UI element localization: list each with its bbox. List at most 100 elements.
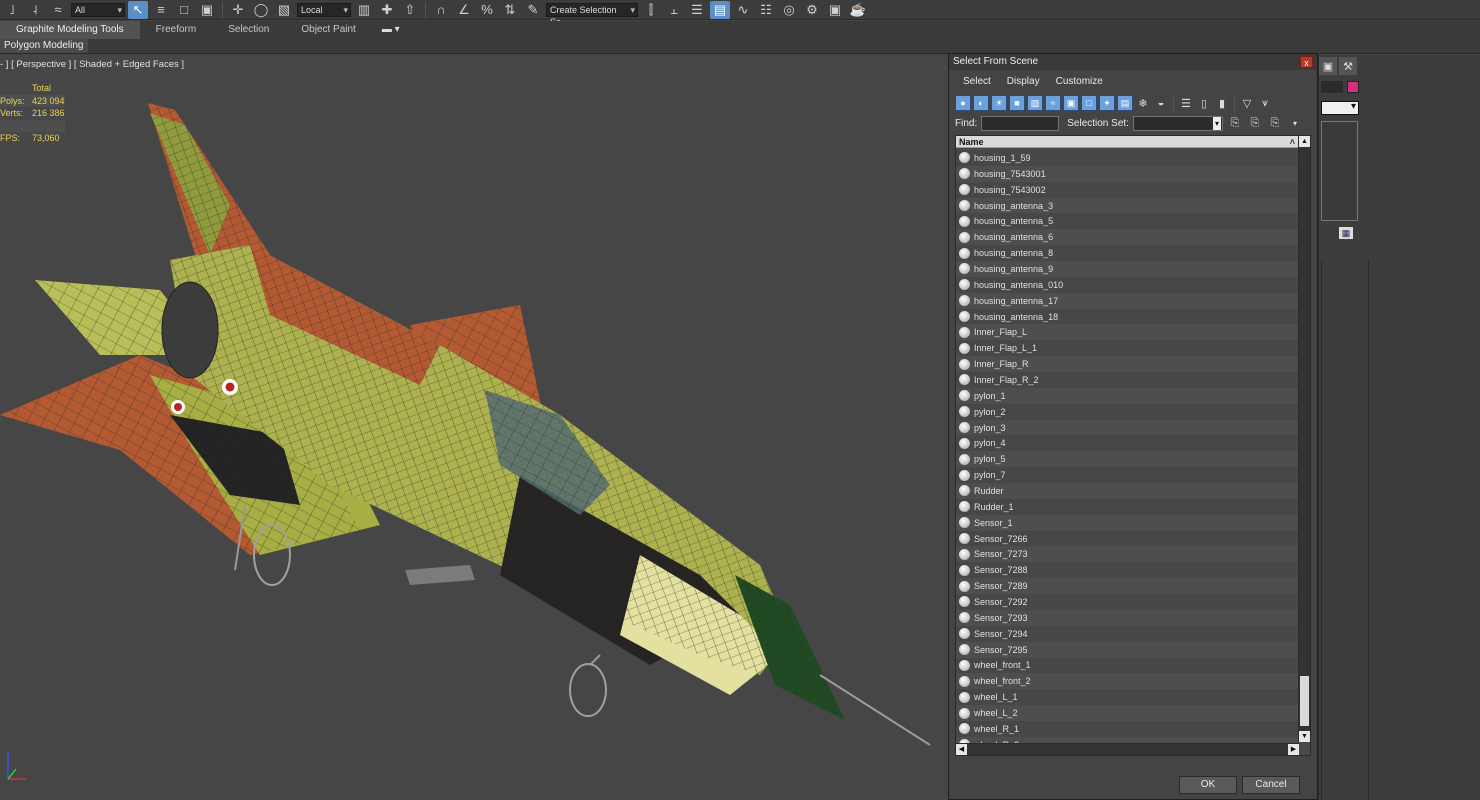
- helpers-filter-icon[interactable]: ▨: [1027, 95, 1043, 111]
- list-item[interactable]: wheel_front_1: [956, 657, 1299, 674]
- list-item[interactable]: pylon_4: [956, 435, 1299, 452]
- list-item[interactable]: Sensor_7266: [956, 530, 1299, 547]
- snaps-toggle-icon[interactable]: ∩: [431, 1, 451, 19]
- menu-display[interactable]: Display: [999, 74, 1048, 90]
- list-item[interactable]: Sensor_7292: [956, 594, 1299, 610]
- list-item[interactable]: housing_antenna_17: [956, 292, 1299, 309]
- menu-select[interactable]: Select: [955, 74, 999, 90]
- list-item[interactable]: housing_antenna_3: [956, 197, 1299, 214]
- spinner-snap-icon[interactable]: ⇅: [500, 1, 520, 19]
- list-item[interactable]: Rudder: [956, 483, 1299, 499]
- list-item[interactable]: pylon_3: [956, 419, 1299, 436]
- list-item[interactable]: housing_antenna_5: [956, 213, 1299, 230]
- polygon-modeling-panel[interactable]: Polygon Modeling: [0, 39, 88, 53]
- select-manipulate-icon[interactable]: ✚: [377, 1, 397, 19]
- select-none-icon[interactable]: ▯: [1196, 95, 1212, 111]
- hidden-filter-icon[interactable]: ◒: [1153, 95, 1169, 111]
- rotate-icon[interactable]: ◯: [251, 1, 271, 19]
- list-item[interactable]: pylon_2: [956, 403, 1299, 420]
- modifier-stack[interactable]: [1321, 121, 1358, 221]
- scale-icon[interactable]: ▧: [274, 1, 294, 19]
- filter-options-icon[interactable]: ⩛: [1257, 95, 1273, 111]
- list-item[interactable]: wheel_R_1: [956, 720, 1299, 737]
- lights-filter-icon[interactable]: ☀: [991, 95, 1007, 111]
- geometry-filter-icon[interactable]: ●: [955, 95, 971, 111]
- list-item[interactable]: housing_7543002: [956, 181, 1299, 198]
- bones-filter-icon[interactable]: ✦: [1099, 95, 1115, 111]
- list-item[interactable]: housing_1_59: [956, 150, 1299, 166]
- list-item[interactable]: Sensor_1: [956, 514, 1299, 531]
- list-item[interactable]: Inner_Flap_L: [956, 324, 1299, 341]
- xrefs-filter-icon[interactable]: □: [1081, 95, 1097, 111]
- list-item[interactable]: Inner_Flap_R: [956, 356, 1299, 373]
- create-set-icon[interactable]: ⎘: [1227, 115, 1243, 131]
- configure-sets-icon[interactable]: ▦: [1339, 227, 1353, 239]
- select-object-icon[interactable]: ↖: [128, 0, 148, 19]
- render-production-icon[interactable]: ☕: [848, 1, 868, 19]
- link-icon[interactable]: ˩: [2, 1, 22, 19]
- column-header-name[interactable]: Name ˄: [956, 136, 1299, 148]
- align-icon[interactable]: ⫠: [664, 1, 684, 19]
- list-item[interactable]: housing_7543001: [956, 165, 1299, 182]
- tab-freeform[interactable]: Freeform: [140, 21, 213, 39]
- close-button[interactable]: x: [1300, 56, 1313, 68]
- tab-graphite-modeling-tools[interactable]: Graphite Modeling Tools: [0, 21, 140, 39]
- object-name-field[interactable]: [1321, 81, 1343, 93]
- rectangular-selection-icon[interactable]: □: [174, 1, 194, 19]
- list-item[interactable]: Sensor_7288: [956, 562, 1299, 579]
- list-item[interactable]: Sensor_7289: [956, 578, 1299, 595]
- scroll-down-icon[interactable]: ▼: [1299, 731, 1310, 742]
- selection-filter-dropdown[interactable]: All: [71, 2, 125, 17]
- scroll-right-icon[interactable]: ▶: [1288, 744, 1299, 755]
- list-item[interactable]: pylon_5: [956, 451, 1299, 468]
- list-item[interactable]: Inner_Flap_L_1: [956, 340, 1299, 357]
- ok-button[interactable]: OK: [1179, 776, 1237, 794]
- list-item[interactable]: Sensor_7294: [956, 625, 1299, 642]
- menu-customize[interactable]: Customize: [1048, 74, 1111, 90]
- frozen-filter-icon[interactable]: ❄: [1135, 95, 1151, 111]
- shapes-filter-icon[interactable]: ◐: [973, 95, 989, 111]
- scroll-thumb[interactable]: [1300, 676, 1309, 726]
- list-item[interactable]: housing_antenna_010: [956, 276, 1299, 293]
- list-item[interactable]: Inner_Flap_R_2: [956, 372, 1299, 388]
- schematic-view-icon[interactable]: ☷: [756, 1, 776, 19]
- select-invert-icon[interactable]: ▮: [1214, 95, 1230, 111]
- object-color-swatch[interactable]: [1347, 81, 1359, 93]
- groups-filter-icon[interactable]: ▣: [1063, 95, 1079, 111]
- vertical-scrollbar[interactable]: ▲ ▼: [1298, 136, 1310, 742]
- modifier-list-dropdown[interactable]: [1321, 101, 1359, 115]
- utilities-tab-icon[interactable]: ⚒: [1339, 57, 1357, 75]
- list-item[interactable]: Sensor_7295: [956, 641, 1299, 658]
- bind-space-warp-icon[interactable]: ≈: [48, 1, 68, 19]
- cameras-filter-icon[interactable]: ■: [1009, 95, 1025, 111]
- perspective-viewport[interactable]: - ] [ Perspective ] [ Shaded + Edged Fac…: [0, 55, 948, 800]
- display-tab-icon[interactable]: ▣: [1319, 57, 1337, 75]
- remove-from-set-icon[interactable]: ⎘: [1267, 115, 1283, 131]
- list-item[interactable]: housing_antenna_8: [956, 245, 1299, 262]
- unlink-icon[interactable]: ˨: [25, 1, 45, 19]
- rendered-frame-icon[interactable]: ▣: [825, 1, 845, 19]
- selection-set-dropdown[interactable]: [1132, 115, 1223, 131]
- select-all-icon[interactable]: ☰: [1178, 95, 1194, 111]
- list-item[interactable]: wheel_L_2: [956, 705, 1299, 721]
- list-item[interactable]: pylon_7: [956, 467, 1299, 484]
- percent-snap-icon[interactable]: %: [477, 1, 497, 19]
- list-item[interactable]: housing_antenna_9: [956, 261, 1299, 277]
- scroll-left-icon[interactable]: ◀: [956, 744, 967, 755]
- edit-named-selection-icon[interactable]: ✎: [523, 1, 543, 19]
- reference-coordinate-dropdown[interactable]: Local: [297, 2, 351, 17]
- keyboard-shortcut-icon[interactable]: ⇧: [400, 1, 420, 19]
- layer-manager-icon[interactable]: ☰: [687, 1, 707, 19]
- material-editor-icon[interactable]: ◎: [779, 1, 799, 19]
- list-item[interactable]: pylon_1: [956, 387, 1299, 404]
- curve-editor-icon[interactable]: ∿: [733, 1, 753, 19]
- list-item[interactable]: housing_antenna_18: [956, 308, 1299, 325]
- list-item[interactable]: wheel_front_2: [956, 673, 1299, 690]
- tab-object-paint[interactable]: Object Paint: [285, 21, 371, 39]
- render-setup-icon[interactable]: ⚙: [802, 1, 822, 19]
- window-crossing-icon[interactable]: ▣: [197, 1, 217, 19]
- angle-snap-icon[interactable]: ∠: [454, 1, 474, 19]
- graphite-tools-icon[interactable]: ▤: [710, 0, 730, 19]
- containers-filter-icon[interactable]: ▤: [1117, 95, 1133, 111]
- viewport-label[interactable]: - ] [ Perspective ] [ Shaded + Edged Fac…: [0, 59, 184, 70]
